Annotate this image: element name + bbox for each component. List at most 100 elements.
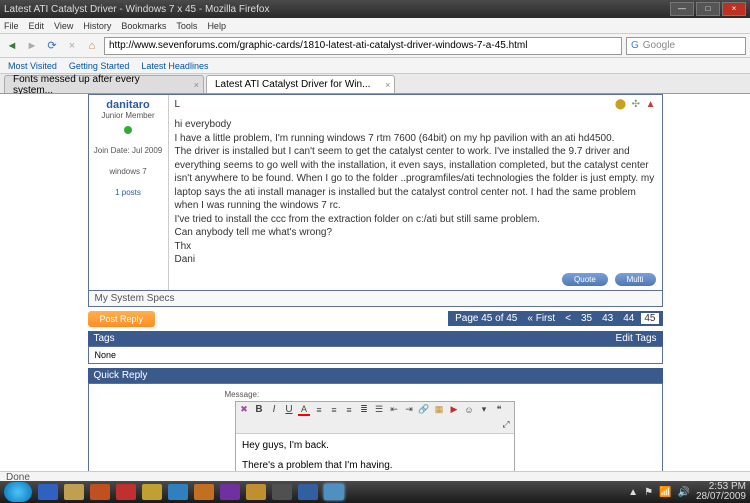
multi-button[interactable]: Multi [615, 273, 656, 286]
expand-icon[interactable]: ⤢ [500, 419, 512, 431]
taskbar-chrome-icon[interactable] [142, 484, 162, 500]
browser-toolbar: ◄ ► ⟳ × ⌂ http://www.sevenforums.com/gra… [0, 34, 750, 58]
post-line: Thx [175, 240, 656, 254]
url-bar[interactable]: http://www.sevenforums.com/graphic-cards… [104, 37, 622, 55]
list-ordered-icon[interactable]: ≣ [358, 404, 370, 416]
clock-date[interactable]: 28/07/2009 [696, 492, 746, 502]
menu-help[interactable]: Help [207, 21, 226, 31]
taskbar-msn-icon[interactable] [168, 484, 188, 500]
bold-icon[interactable]: B [253, 404, 265, 416]
taskbar-opera-icon[interactable] [116, 484, 136, 500]
color-icon[interactable]: A [298, 404, 310, 416]
print-icon[interactable]: ✣ [632, 99, 640, 110]
tray-network-icon[interactable]: 📶 [659, 487, 671, 498]
join-date: Join Date: Jul 2009 [93, 146, 164, 155]
italic-icon[interactable]: I [268, 404, 280, 416]
post-line: I've tried to install the ccc from the e… [175, 213, 656, 227]
page-prev[interactable]: < [562, 313, 574, 324]
coin-icon[interactable]: ⬤ [615, 99, 626, 110]
edit-tags-link[interactable]: Edit Tags [616, 333, 657, 344]
indent-icon[interactable]: ⇥ [403, 404, 415, 416]
taskbar-ie-icon[interactable] [38, 484, 58, 500]
editor-textarea[interactable]: Hey guys, I'm back. There's a problem th… [236, 434, 514, 472]
smiley-icon[interactable]: ☺ [463, 404, 475, 416]
post-username[interactable]: danitaro [93, 99, 164, 111]
forward-button[interactable]: ► [24, 38, 40, 54]
quick-reply-title: Quick Reply [94, 370, 148, 381]
bookmark-getting-started[interactable]: Getting Started [69, 61, 130, 71]
user-os: windows 7 [93, 167, 164, 176]
tray-volume-icon[interactable]: 🔊 [677, 487, 689, 498]
list-unordered-icon[interactable]: ☰ [373, 404, 385, 416]
close-icon[interactable]: × [385, 80, 390, 90]
maximize-button[interactable]: □ [696, 2, 720, 16]
tab-fonts[interactable]: Fonts messed up after every system... × [4, 75, 204, 93]
page-link[interactable]: 43 [599, 313, 616, 324]
tray-flag-icon[interactable]: ⚑ [644, 487, 653, 498]
start-button[interactable] [4, 482, 32, 502]
quote-tool-icon[interactable]: ❝ [493, 404, 505, 416]
video-icon[interactable]: ▶ [448, 404, 460, 416]
pagination: Page 45 of 45 « First < 35 43 44 45 [448, 311, 662, 326]
quote-button[interactable]: Quote [562, 273, 608, 286]
stop-button[interactable]: × [64, 38, 80, 54]
window-titlebar: Latest ATI Catalyst Driver - Windows 7 x… [0, 0, 750, 18]
tags-title: Tags [94, 333, 115, 344]
taskbar-wmp-icon[interactable] [194, 484, 214, 500]
window-title: Latest ATI Catalyst Driver - Windows 7 x… [4, 4, 269, 15]
report-icon[interactable]: ▲ [646, 99, 656, 110]
reload-button[interactable]: ⟳ [44, 38, 60, 54]
taskbar-firefox-icon[interactable] [90, 484, 110, 500]
outdent-icon[interactable]: ⇤ [388, 404, 400, 416]
tab-ati-driver[interactable]: Latest ATI Catalyst Driver for Win... × [206, 75, 395, 93]
taskbar-app-icon[interactable] [246, 484, 266, 500]
post-count[interactable]: 1 posts [93, 188, 164, 197]
page-first[interactable]: « First [524, 313, 558, 324]
menu-file[interactable]: File [4, 21, 19, 31]
page-link[interactable]: 44 [620, 313, 637, 324]
link-icon[interactable]: 🔗 [418, 404, 430, 416]
close-button[interactable]: × [722, 2, 746, 16]
taskbar-explorer-icon[interactable] [64, 484, 84, 500]
menu-view[interactable]: View [54, 21, 73, 31]
align-right-icon[interactable]: ≡ [343, 404, 355, 416]
browser-search[interactable]: G Google [626, 37, 746, 55]
minimize-button[interactable]: — [670, 2, 694, 16]
bookmarks-bar: Most Visited Getting Started Latest Head… [0, 58, 750, 74]
bookmark-latest-headlines[interactable]: Latest Headlines [141, 61, 208, 71]
align-left-icon[interactable]: ≡ [313, 404, 325, 416]
search-engine-label: Google [643, 40, 675, 51]
post-line: The driver is installed but I can't seem… [175, 145, 656, 213]
page-link[interactable]: 35 [578, 313, 595, 324]
post-userinfo: danitaro Junior Member Join Date: Jul 20… [89, 95, 169, 290]
taskbar-app4-icon[interactable] [324, 484, 344, 500]
thread-actions: Post Reply Page 45 of 45 « First < 35 43… [88, 311, 663, 327]
browser-statusbar: Done [0, 471, 750, 481]
back-button[interactable]: ◄ [4, 38, 20, 54]
post-reply-button[interactable]: Post Reply [88, 311, 156, 327]
menu-history[interactable]: History [83, 21, 111, 31]
menu-tools[interactable]: Tools [176, 21, 197, 31]
remove-format-icon[interactable]: ✖ [238, 404, 250, 416]
editor-line: Hey guys, I'm back. [242, 440, 508, 451]
post-body: ⬤ ✣ ▲ L hi everybody I have a little pro… [169, 95, 662, 290]
quick-reply-body: Message: ✖ B I U A ≡ ≡ ≡ ≣ ☰ ⇤ ⇥ 🔗 ▦ [88, 383, 663, 472]
menu-bookmarks[interactable]: Bookmarks [121, 21, 166, 31]
image-icon[interactable]: ▦ [433, 404, 445, 416]
taskbar-app3-icon[interactable] [298, 484, 318, 500]
page-info: Page 45 of 45 [452, 313, 520, 324]
google-icon: G [631, 40, 639, 51]
tray-up-icon[interactable]: ▲ [628, 487, 638, 498]
system-specs-bar[interactable]: My System Specs [88, 291, 663, 307]
menu-edit[interactable]: Edit [29, 21, 45, 31]
close-icon[interactable]: × [194, 80, 199, 90]
bookmark-most-visited[interactable]: Most Visited [8, 61, 57, 71]
align-center-icon[interactable]: ≡ [328, 404, 340, 416]
more-icon[interactable]: ▾ [478, 404, 490, 416]
browser-menubar: File Edit View History Bookmarks Tools H… [0, 18, 750, 34]
online-icon [124, 126, 132, 134]
underline-icon[interactable]: U [283, 404, 295, 416]
taskbar-app2-icon[interactable] [272, 484, 292, 500]
taskbar-yahoo-icon[interactable] [220, 484, 240, 500]
home-button[interactable]: ⌂ [84, 38, 100, 54]
